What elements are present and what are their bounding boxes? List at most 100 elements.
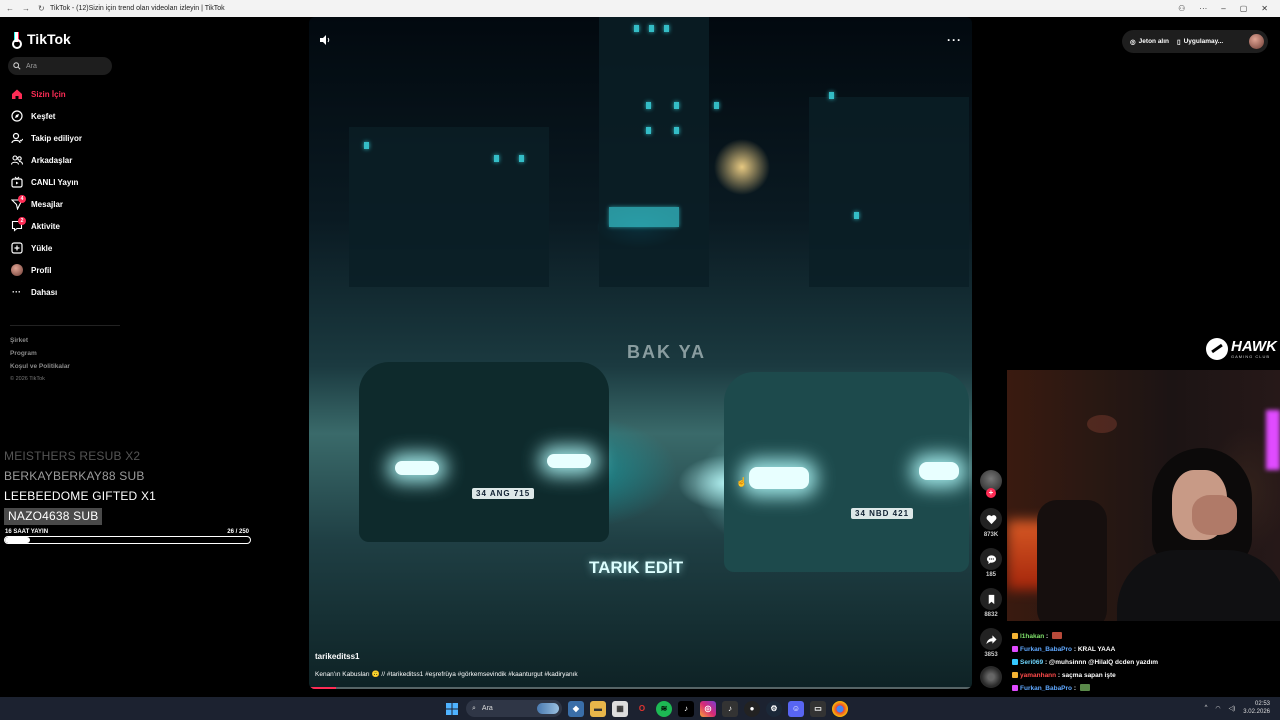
get-app-button[interactable]: ▯ Uygulamay... (1177, 38, 1223, 46)
compass-icon (10, 110, 23, 123)
back-icon[interactable]: ← (6, 4, 14, 13)
sidebar-item-label: Arkadaşlar (31, 155, 73, 165)
chat-username[interactable]: yamanhann (1020, 672, 1056, 679)
user-avatar[interactable] (1249, 34, 1264, 49)
search-box[interactable] (8, 57, 112, 75)
brand-name: HAWK (1231, 337, 1277, 355)
sub-alert: LEEBEEDOME GIFTED X1 (4, 489, 157, 503)
footer-link-program[interactable]: Program (10, 347, 70, 360)
chat-text: @muhsinnn @HilalQ dcden yazdım (1048, 659, 1159, 666)
maximize-icon[interactable]: ▢ (1240, 4, 1248, 13)
creator-avatar[interactable]: + (980, 470, 1002, 498)
sidebar-item-activity[interactable]: 2 Aktivite (10, 215, 120, 237)
window-light (664, 25, 669, 32)
volume-tray-icon[interactable]: ◁) (1229, 705, 1236, 712)
footer-link-company[interactable]: Şirket (10, 334, 70, 347)
sidebar-item-friends[interactable]: Arkadaşlar (10, 149, 120, 171)
windows-start-icon[interactable] (444, 701, 460, 717)
bookmark-icon (988, 594, 994, 604)
tiktok-active-icon[interactable]: ♪ (722, 700, 738, 717)
close-icon[interactable]: ✕ (1261, 4, 1268, 13)
video-progress[interactable] (309, 687, 972, 689)
clock-date: 3.02.2026 (1243, 709, 1270, 715)
chat-message: l1hakan : (1012, 630, 1280, 643)
sidebar-item-profile[interactable]: Profil (10, 259, 120, 281)
instagram-icon[interactable]: ◎ (700, 700, 716, 717)
chat-badge-icon (1012, 646, 1018, 652)
widgets-icon[interactable]: ◆ (568, 700, 584, 717)
tiktok-app-icon[interactable]: ♪ (678, 700, 694, 717)
windows-taskbar: ⌕ Ara ◆ ▬ ▦ O ≋ ♪ ◎ ♪ ● ⚙ ☺ ▭ ^ ◠ ◁) 02:… (0, 697, 1280, 720)
share-count: 3853 (984, 652, 998, 658)
upload-icon (10, 242, 23, 255)
wifi-icon[interactable]: ◠ (1215, 705, 1220, 712)
chat-text: saçma sapan işte (1061, 672, 1116, 679)
window-light (364, 142, 369, 149)
taskbar-search[interactable]: ⌕ Ara (466, 700, 562, 717)
steam-icon[interactable]: ⚙ (766, 700, 782, 717)
chat-username[interactable]: Furkan_BabaPro (1020, 646, 1072, 653)
video-actions: + 873K 185 8832 3853 (978, 470, 1004, 688)
chat-username[interactable]: l1hakan (1020, 633, 1044, 640)
sidebar-item-upload[interactable]: Yükle (10, 237, 120, 259)
footer-copyright: © 2026 TikTok (10, 376, 45, 382)
volume-icon[interactable] (319, 34, 331, 46)
subathon-bar: 16 SAAT YAYIN 26 / 250 (4, 529, 251, 544)
headlight (395, 461, 439, 475)
sidebar-item-messages[interactable]: 4 Mesajlar (10, 193, 120, 215)
license-plate: 34 ANG 715 (472, 488, 535, 499)
opera-icon[interactable]: O (634, 701, 650, 717)
chat-username[interactable]: Seri069 (1020, 659, 1043, 666)
spotify-icon[interactable]: ≋ (656, 700, 672, 717)
follow-plus-icon[interactable]: + (986, 488, 996, 498)
discord-icon[interactable]: ☺ (788, 700, 804, 717)
get-app-label: Uygulamay... (1183, 38, 1224, 45)
comment-button[interactable] (980, 548, 1002, 570)
sub-alert: NAZO4638 SUB (4, 508, 103, 525)
car-left (359, 362, 609, 542)
logo-text: TikTok (27, 31, 71, 47)
save-button[interactable] (980, 588, 1002, 610)
minimize-icon[interactable]: – (1221, 4, 1225, 13)
tray-chevron-icon[interactable]: ^ (1205, 705, 1208, 711)
sidebar-item-more[interactable]: ··· Dahası (10, 281, 120, 303)
footer-link-terms[interactable]: Koşul ve Politikalar (10, 360, 70, 373)
obs-icon[interactable]: ● (744, 700, 760, 717)
store-icon[interactable]: ▦ (612, 700, 628, 717)
app-icon[interactable]: ▭ (810, 700, 826, 717)
save-count: 8832 (984, 612, 998, 618)
video-username[interactable]: tarikeditss1 (315, 652, 359, 661)
window-light (646, 127, 651, 134)
chat-username[interactable]: Furkan_BabaPro (1020, 685, 1072, 692)
window-light (634, 25, 639, 32)
tiktok-logo[interactable]: TikTok (12, 31, 71, 49)
sidebar-item-explore[interactable]: Keşfet (10, 105, 120, 127)
share-button[interactable] (980, 628, 1002, 650)
get-coins-button[interactable]: ◎ Jeton alın (1130, 38, 1169, 46)
sidebar-item-foryou[interactable]: Sizin İçin (10, 83, 120, 105)
sub-alert: BERKAYBERKAY88 SUB (4, 469, 145, 483)
music-disc-icon[interactable] (980, 666, 1002, 688)
friends-icon (10, 154, 23, 167)
window-light (649, 25, 654, 32)
sidebar-item-live[interactable]: CANLI Yayın (10, 171, 120, 193)
chrome-icon[interactable] (832, 700, 848, 717)
window-light (829, 92, 834, 99)
search-icon: ⌕ (472, 704, 476, 712)
file-explorer-icon[interactable]: ▬ (590, 700, 606, 717)
like-count: 873K (983, 532, 999, 538)
profile-switch-icon[interactable]: ⚇ (1178, 4, 1185, 13)
subathon-track (4, 536, 251, 544)
taskbar-clock[interactable]: 02:53 3.02.2026 (1243, 700, 1270, 716)
headlight (547, 454, 591, 468)
phone-icon: ▯ (1177, 38, 1181, 46)
window-light (494, 155, 499, 162)
forward-icon[interactable]: → (22, 4, 30, 13)
video-player[interactable]: 34 ANG 715 34 NBD 421 ··· BAK YA TARIK E… (309, 17, 972, 689)
sidebar-divider (10, 325, 120, 326)
video-more-button[interactable]: ··· (947, 33, 962, 47)
menu-dots-icon[interactable]: ··· (1199, 4, 1207, 13)
sidebar-item-following[interactable]: Takip ediliyor (10, 127, 120, 149)
like-button[interactable] (980, 508, 1002, 530)
search-input[interactable] (26, 62, 96, 70)
